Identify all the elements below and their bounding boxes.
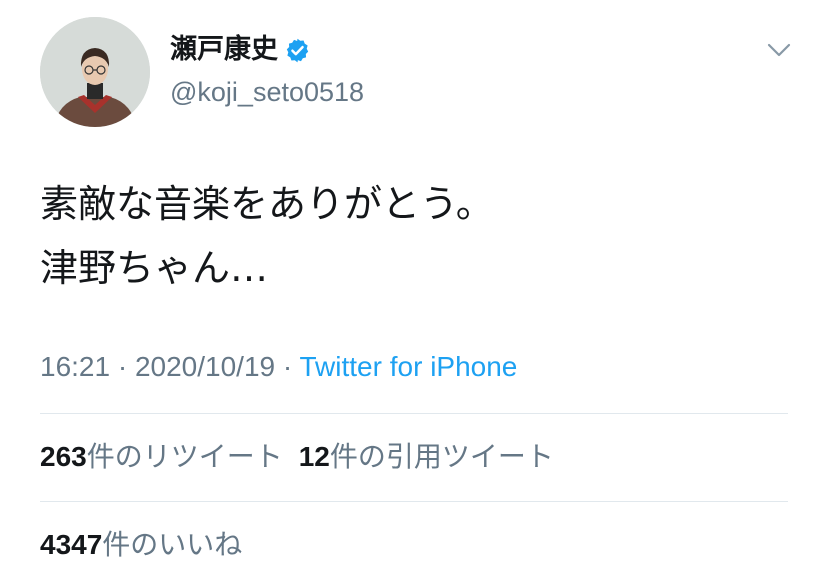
display-name[interactable]: 瀬戸康史 <box>170 33 278 67</box>
tweet-date[interactable]: 2020/10/19 <box>135 351 275 382</box>
quotes-stat[interactable]: 12件の引用ツイート <box>299 437 554 477</box>
retweet-stats-row: 263件のリツイート 12件の引用ツイート <box>40 437 570 477</box>
quotes-count: 12 <box>298 441 330 472</box>
verified-badge-icon <box>284 37 311 64</box>
meta-separator: · <box>110 351 135 382</box>
likes-stat[interactable]: 4347件のいいね <box>40 525 242 565</box>
meta-separator: · <box>275 351 300 382</box>
display-name-row[interactable]: 瀬戸康史 <box>170 33 311 67</box>
tweet-time[interactable]: 16:21 <box>40 351 110 382</box>
tweet-line: 素敵な音楽をありがとう。 <box>40 182 494 226</box>
quotes-label: 件の引用ツイート <box>329 440 554 473</box>
profile-photo <box>40 17 150 127</box>
divider <box>40 413 788 414</box>
retweets-stat[interactable]: 263件のリツイート <box>40 437 283 477</box>
likes-stats-row: 4347件のいいね <box>40 525 258 565</box>
retweets-count: 263 <box>40 441 87 472</box>
tweet-line: 津野ちゃん… <box>40 246 269 290</box>
likes-label: 件のいいね <box>102 528 243 561</box>
avatar[interactable] <box>40 17 150 127</box>
user-handle[interactable]: @koji_seto0518 <box>170 75 364 109</box>
tweet-text: 素敵な音楽をありがとう。 津野ちゃん… <box>40 172 494 300</box>
likes-count: 4347 <box>40 529 103 560</box>
divider <box>40 501 788 502</box>
chevron-down-icon[interactable] <box>766 41 792 59</box>
tweet-source-link[interactable]: Twitter for iPhone <box>300 351 518 382</box>
retweets-label: 件のリツイート <box>86 440 283 473</box>
tweet-meta: 16:21 · 2020/10/19 · Twitter for iPhone <box>40 347 517 387</box>
